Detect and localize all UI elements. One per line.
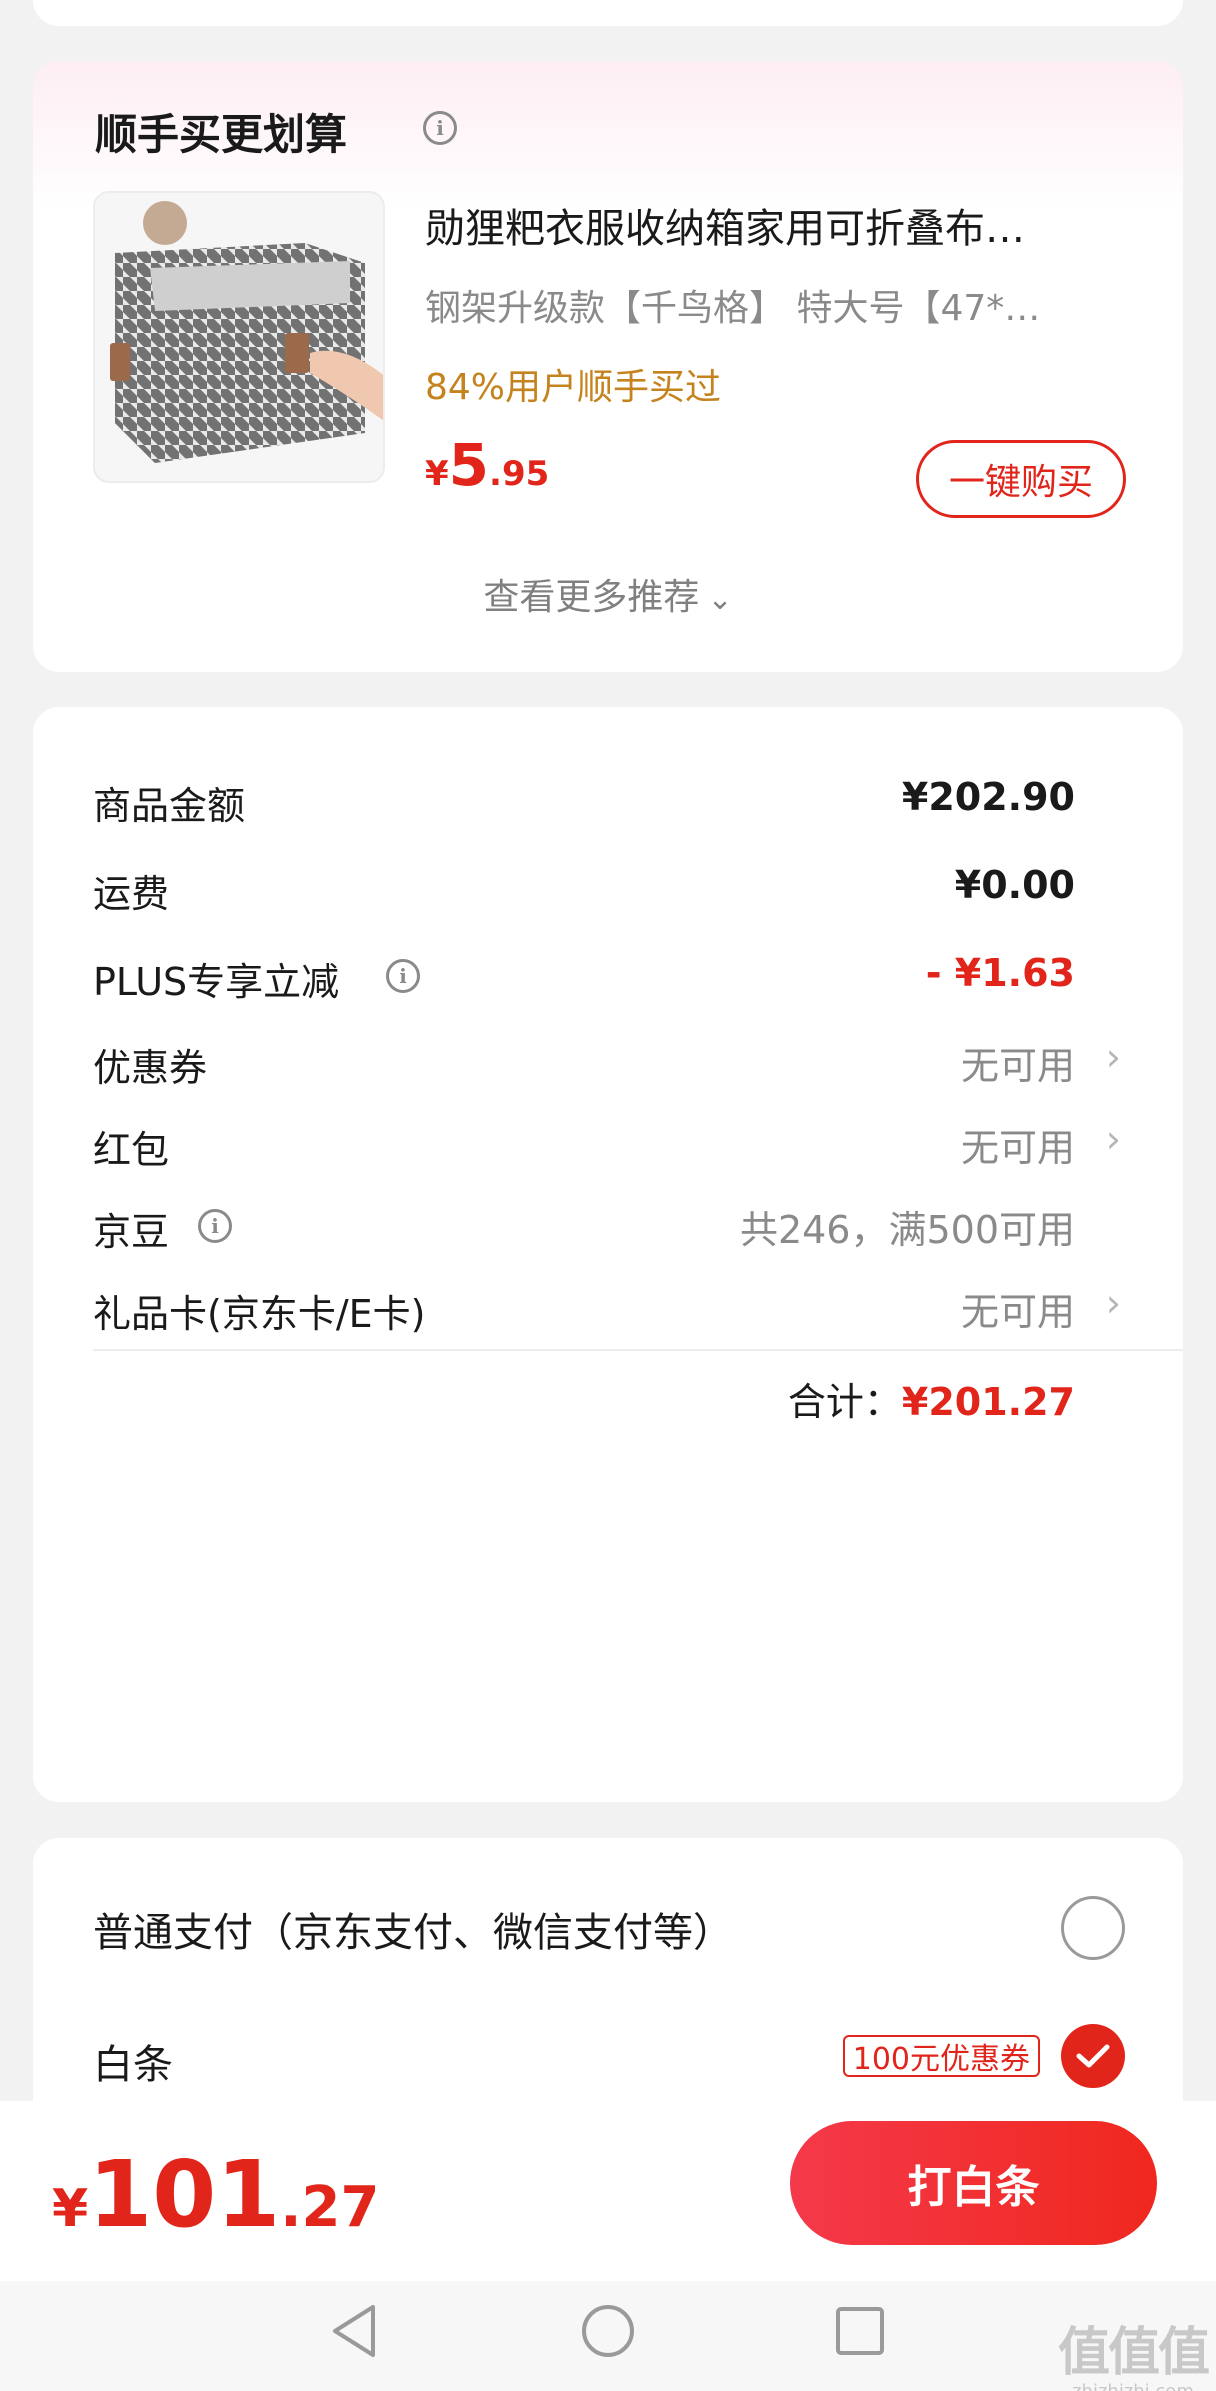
- nav-recents-icon[interactable]: [830, 2301, 890, 2361]
- pay-baitiao-button[interactable]: 打白条: [790, 2121, 1157, 2245]
- total-value: ¥201.27: [901, 1380, 1075, 1424]
- bottom-bar: ¥101.27 打白条: [0, 2101, 1216, 2391]
- info-icon[interactable]: i: [198, 1209, 232, 1243]
- final-price-symbol: ¥: [52, 2179, 89, 2239]
- previous-card: [33, 0, 1183, 26]
- chevron-right-icon[interactable]: ›: [1106, 1035, 1121, 1079]
- recommend-card: 顺手买更划算 i 勋狸粑衣服收纳箱家用可折叠布… 钢架升级款【千鸟格】 特大号【…: [33, 61, 1183, 672]
- coupon-label[interactable]: 优惠券: [93, 1037, 207, 1092]
- product-title[interactable]: 勋狸粑衣服收纳箱家用可折叠布…: [425, 196, 1125, 254]
- baitiao-radio[interactable]: [1061, 2024, 1125, 2088]
- goods-amount-value: ¥202.90: [901, 775, 1075, 819]
- product-purchase-stat: 84%用户顺手买过: [425, 367, 722, 408]
- red-packet-label[interactable]: 红包: [93, 1119, 169, 1174]
- shipping-label: 运费: [93, 872, 170, 916]
- price-decimal: .95: [489, 454, 550, 494]
- nav-back-icon[interactable]: [325, 2301, 385, 2361]
- normal-pay-radio[interactable]: [1061, 1896, 1125, 1960]
- final-price-integer: 101: [88, 2141, 281, 2248]
- normal-pay-label[interactable]: 普通支付（京东支付、微信支付等）: [93, 1900, 733, 1958]
- watermark: 值值值 zhizhizhi.com: [1057, 2310, 1210, 2391]
- red-packet-value[interactable]: 无可用: [961, 1117, 1075, 1172]
- jd-beans-value: 共246，满500可用: [739, 1208, 1075, 1252]
- price-summary-card: 商品金额 ¥202.90 运费 ¥0.00 PLUS专享立减 i - ¥1.63…: [33, 707, 1183, 1802]
- total: 合计：¥201.27: [788, 1371, 1075, 1426]
- plus-discount-label: PLUS专享立减: [93, 960, 340, 1004]
- gift-card-value[interactable]: 无可用: [961, 1281, 1075, 1336]
- info-icon[interactable]: i: [386, 959, 420, 993]
- nav-home-icon[interactable]: [578, 2301, 638, 2361]
- goods-amount-label: 商品金额: [93, 784, 246, 828]
- recommend-title: 顺手买更划算: [95, 110, 348, 159]
- total-label: 合计：: [787, 1380, 902, 1424]
- gift-card-label[interactable]: 礼品卡(京东卡/E卡): [93, 1283, 425, 1338]
- shipping-value: ¥0.00: [954, 863, 1075, 907]
- info-icon[interactable]: i: [423, 111, 457, 145]
- product-image[interactable]: [93, 191, 385, 483]
- final-price-decimal: .27: [280, 2175, 380, 2240]
- baitiao-label[interactable]: 白条: [93, 2032, 173, 2090]
- coupon-badge: 100元优惠券: [842, 2035, 1040, 2077]
- one-click-buy-button[interactable]: 一键购买: [916, 440, 1126, 518]
- product-spec: 钢架升级款【千鸟格】 特大号【47*…: [425, 288, 1041, 329]
- watermark-logo: 值值值: [1057, 2323, 1210, 2383]
- chevron-down-icon: ⌄: [707, 582, 733, 617]
- jd-beans-label: 京豆: [93, 1210, 170, 1254]
- price-integer: 5: [448, 431, 490, 499]
- storage-box-image: [95, 193, 383, 481]
- product-price: ¥5.95: [425, 431, 549, 499]
- plus-discount-value: - ¥1.63: [925, 951, 1075, 995]
- check-icon: [1076, 2044, 1110, 2068]
- chevron-right-icon[interactable]: ›: [1106, 1117, 1121, 1161]
- watermark-url: zhizhizhi.com: [1058, 2381, 1208, 2391]
- coupon-value[interactable]: 无可用: [961, 1035, 1075, 1090]
- chevron-right-icon[interactable]: ›: [1106, 1281, 1121, 1325]
- checkout-bar: ¥101.27 打白条: [0, 2101, 1216, 2281]
- price-symbol: ¥: [425, 454, 449, 494]
- final-price: ¥101.27: [52, 2141, 379, 2248]
- more-recommendations-label: 查看更多推荐: [483, 577, 700, 618]
- divider: [93, 1349, 1183, 1351]
- more-recommendations-link[interactable]: 查看更多推荐 ⌄: [33, 568, 1183, 620]
